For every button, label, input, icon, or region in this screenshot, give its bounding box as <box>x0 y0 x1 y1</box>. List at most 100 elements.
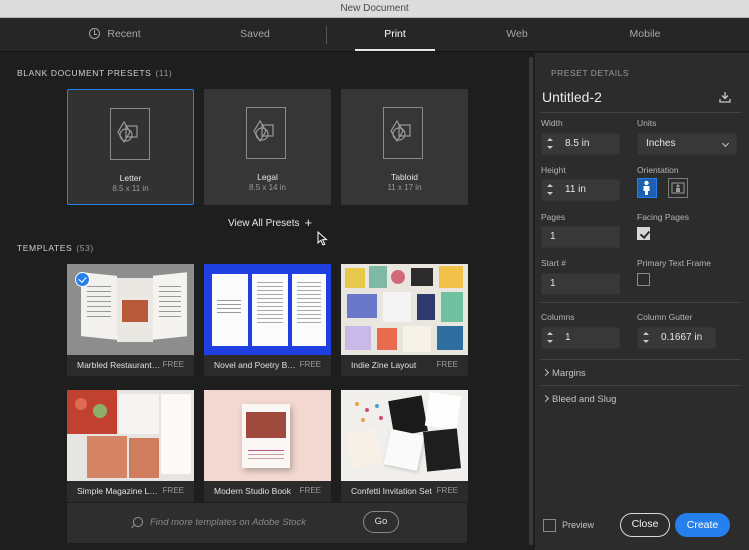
presets-scrollbar[interactable] <box>527 53 535 550</box>
free-badge: FREE <box>299 360 321 369</box>
presets-title-text: BLANK DOCUMENT PRESETS <box>17 68 152 78</box>
template-card-marbled-restaurant-menu[interactable]: Marbled Restaurant Menu FREE <box>67 264 194 376</box>
tab-divider <box>326 26 327 44</box>
width-stepper-icon[interactable] <box>546 137 554 151</box>
preset-card-tabloid[interactable]: Tabloid 11 x 17 in <box>341 89 468 205</box>
window-titlebar: New Document <box>0 0 749 18</box>
columns-label: Columns <box>541 312 575 322</box>
tab-web-label: Web <box>506 28 528 40</box>
view-all-label: View All Presets <box>228 218 300 229</box>
tab-print[interactable]: Print <box>355 18 435 51</box>
divider <box>541 302 741 303</box>
tab-print-label: Print <box>384 28 406 40</box>
preview-label: Preview <box>562 520 595 530</box>
template-card-novel-poetry-book[interactable]: Novel and Poetry Book FREE <box>204 264 331 376</box>
start-number-label: Start # <box>541 258 567 268</box>
divider <box>541 359 741 360</box>
go-button[interactable]: Go <box>363 511 399 533</box>
preview-checkbox[interactable] <box>543 519 556 532</box>
templates-count: (53) <box>76 243 94 253</box>
preset-card-legal[interactable]: Legal 8.5 x 14 in <box>204 89 331 205</box>
template-name: Modern Studio Book <box>214 486 292 496</box>
template-card-modern-studio-book[interactable]: Modern Studio Book FREE <box>204 390 331 502</box>
free-badge: FREE <box>162 486 184 495</box>
column-gutter-value: 0.1667 in <box>661 332 703 343</box>
templates-title-text: TEMPLATES <box>17 243 73 253</box>
tab-web[interactable]: Web <box>477 18 557 51</box>
create-button[interactable]: Create <box>675 513 730 537</box>
bleed-slug-label: Bleed and Slug <box>552 394 617 405</box>
document-icon <box>246 107 286 159</box>
facing-pages-label: Facing Pages <box>637 212 689 222</box>
template-thumbnail <box>67 390 194 481</box>
units-select[interactable]: Inches <box>637 133 737 155</box>
preset-name: Letter <box>119 173 142 183</box>
preset-details-panel: PRESET DETAILS Untitled-2 Width 8.5 in U… <box>535 53 749 550</box>
height-stepper-icon[interactable] <box>546 183 554 197</box>
portrait-orientation-icon[interactable] <box>637 178 657 198</box>
clock-icon <box>89 28 101 39</box>
template-thumbnail <box>204 390 331 481</box>
view-all-presets-link[interactable]: View All Presets + <box>228 215 312 230</box>
chevron-right-icon <box>541 368 550 377</box>
height-field[interactable]: 11 in <box>541 179 620 201</box>
columns-stepper-icon[interactable] <box>546 331 554 345</box>
selected-check-icon <box>75 272 90 287</box>
width-value: 8.5 in <box>565 138 590 149</box>
template-name: Simple Magazine Layout <box>77 486 162 496</box>
presets-panel: BLANK DOCUMENT PRESETS (11) Letter 8.5 x … <box>0 53 526 550</box>
units-value: Inches <box>646 138 676 149</box>
document-icon <box>383 107 423 159</box>
free-badge: FREE <box>299 486 321 495</box>
pages-field[interactable]: 1 <box>541 226 620 248</box>
margins-label: Margins <box>552 368 586 379</box>
scrollbar-thumb[interactable] <box>529 57 533 545</box>
tab-saved[interactable]: Saved <box>215 18 295 51</box>
tab-mobile[interactable]: Mobile <box>605 18 685 51</box>
start-number-field[interactable]: 1 <box>541 273 620 295</box>
preset-card-letter[interactable]: Letter 8.5 x 11 in <box>67 89 194 205</box>
free-badge: FREE <box>162 360 184 369</box>
chevron-right-icon <box>541 394 550 403</box>
save-preset-icon[interactable] <box>719 91 731 103</box>
template-card-indie-zine-layout[interactable]: Indie Zine Layout FREE <box>341 264 468 376</box>
columns-field[interactable]: 1 <box>541 327 620 349</box>
plus-icon: + <box>304 215 313 230</box>
gutter-stepper-icon[interactable] <box>642 331 650 345</box>
mouse-cursor-icon <box>317 231 328 246</box>
bleed-slug-expander[interactable]: Bleed and Slug <box>541 394 617 405</box>
tab-recent-label: Recent <box>107 28 141 40</box>
tab-mobile-label: Mobile <box>629 28 661 40</box>
free-badge: FREE <box>436 486 458 495</box>
facing-pages-checkbox[interactable] <box>637 227 650 240</box>
column-gutter-label: Column Gutter <box>637 312 693 322</box>
pages-value: 1 <box>550 231 556 242</box>
preset-name: Legal <box>257 172 278 182</box>
column-gutter-field[interactable]: 0.1667 in <box>637 327 716 349</box>
close-button[interactable]: Close <box>620 513 670 537</box>
active-tab-indicator <box>355 49 435 51</box>
template-thumbnail <box>341 390 468 481</box>
height-value: 11 in <box>565 184 586 195</box>
template-name: Marbled Restaurant Menu <box>77 360 162 370</box>
preset-name: Tabloid <box>391 172 418 182</box>
divider <box>541 112 741 113</box>
tab-recent[interactable]: Recent <box>70 18 160 51</box>
adobe-stock-search-bar: Find more templates on Adobe Stock Go <box>67 503 467 543</box>
orientation-label: Orientation <box>637 165 679 175</box>
height-label: Height <box>541 165 566 175</box>
search-icon <box>133 517 143 527</box>
free-badge: FREE <box>436 360 458 369</box>
search-input[interactable]: Find more templates on Adobe Stock <box>150 517 306 528</box>
width-field[interactable]: 8.5 in <box>541 133 620 155</box>
preset-size: 8.5 x 14 in <box>249 183 286 192</box>
columns-value: 1 <box>565 332 571 343</box>
landscape-orientation-icon[interactable] <box>668 178 688 198</box>
template-name: Indie Zine Layout <box>351 360 417 370</box>
document-name-field[interactable]: Untitled-2 <box>542 89 602 105</box>
template-card-confetti-invitation-set[interactable]: Confetti Invitation Set FREE <box>341 390 468 502</box>
primary-text-frame-label: Primary Text Frame <box>637 258 711 268</box>
template-card-simple-magazine-layout[interactable]: Simple Magazine Layout FREE <box>67 390 194 502</box>
margins-expander[interactable]: Margins <box>541 368 586 379</box>
primary-text-frame-checkbox[interactable] <box>637 273 650 286</box>
